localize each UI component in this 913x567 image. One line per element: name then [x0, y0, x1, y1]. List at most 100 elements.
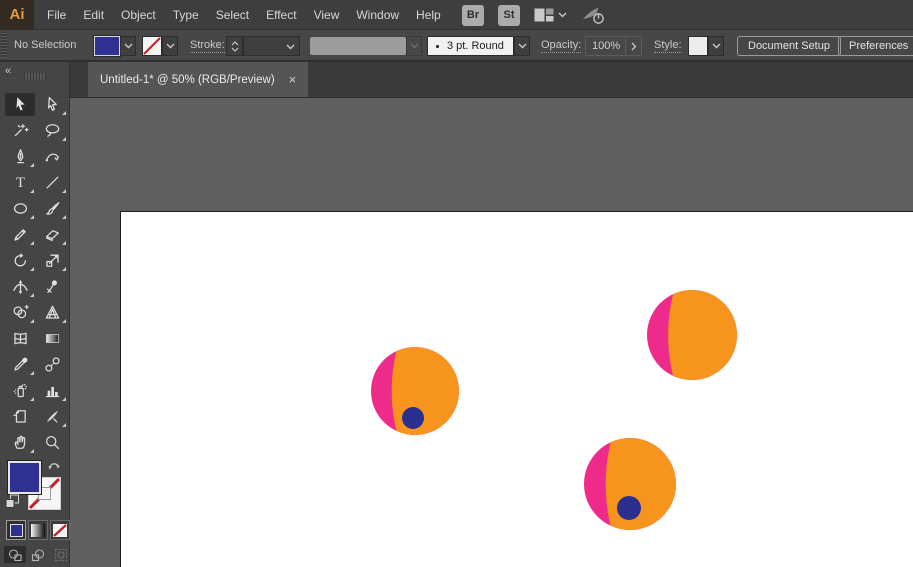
fill-color-dropdown[interactable] [120, 36, 136, 56]
tab-close-button[interactable]: × [289, 73, 297, 86]
hand-tool[interactable] [5, 431, 35, 454]
draw-behind-button[interactable] [27, 546, 49, 563]
graphic-style-dropdown[interactable] [708, 36, 724, 56]
shape-builder-tool[interactable] [5, 301, 35, 324]
width-tool[interactable] [5, 275, 35, 298]
menu-help[interactable]: Help [416, 8, 441, 22]
eyedropper-tool[interactable] [5, 353, 35, 376]
lasso-tool[interactable] [37, 119, 67, 142]
eraser-tool[interactable] [37, 223, 67, 246]
draw-normal-icon [8, 548, 22, 561]
preferences-button[interactable]: Preferences [838, 36, 913, 56]
stroke-color-swatch-none[interactable] [142, 36, 162, 56]
flyout-indicator [30, 267, 34, 271]
opacity-label[interactable]: Opacity: [541, 39, 582, 53]
curvature-icon [45, 153, 59, 162]
document-tab-bar: Untitled-1* @ 50% (RGB/Preview) × [70, 62, 913, 97]
stroke-weight-stepper[interactable] [226, 36, 243, 56]
brush-definition-combo[interactable]: 3 pt. Round [427, 36, 514, 56]
symbol-sprayer-tool[interactable] [5, 379, 35, 402]
fill-color-swatch[interactable] [93, 35, 121, 57]
stroke-weight-label[interactable]: Stroke: [190, 39, 225, 53]
panel-gripper[interactable] [24, 73, 46, 80]
illustrator-app-icon: Ai [0, 0, 34, 30]
graphic-style-swatch[interactable] [688, 36, 708, 56]
chevron-down-icon [124, 43, 132, 49]
stroke-weight-combo[interactable] [243, 36, 300, 56]
direct-selection-icon [47, 96, 57, 111]
artboard-tool[interactable] [5, 405, 35, 428]
ellipse-icon [13, 203, 27, 214]
variable-width-dropdown[interactable] [406, 36, 422, 56]
type-icon: T [16, 175, 25, 191]
pencil-icon [13, 229, 26, 241]
magic-wand-tool[interactable] [5, 119, 35, 142]
default-fill-stroke-icon[interactable] [5, 494, 20, 509]
curvature-tool[interactable] [37, 145, 67, 168]
selection-tool[interactable] [5, 93, 35, 116]
workspace-switcher[interactable] [534, 8, 567, 22]
slice-tool[interactable] [37, 405, 67, 428]
menu-view[interactable]: View [314, 8, 340, 22]
stepper-up-icon [231, 40, 238, 45]
brush-definition-value: 3 pt. Round [447, 40, 504, 52]
gradient-tool[interactable] [37, 327, 67, 350]
perspective-grid-tool[interactable] [37, 301, 67, 324]
line-segment-tool[interactable] [37, 171, 67, 194]
style-label[interactable]: Style: [654, 39, 682, 53]
bridge-button[interactable]: Br [462, 4, 484, 26]
menu-object[interactable]: Object [121, 8, 156, 22]
flyout-indicator [30, 189, 34, 193]
type-tool[interactable]: T [5, 171, 35, 194]
variable-width-profile-combo[interactable] [310, 37, 406, 55]
menu-edit[interactable]: Edit [83, 8, 104, 22]
document-setup-button[interactable]: Document Setup [737, 36, 841, 56]
none-button[interactable] [50, 520, 70, 540]
pen-tool[interactable] [5, 145, 35, 168]
draw-inside-button[interactable] [50, 546, 72, 563]
blend-tool[interactable] [37, 353, 67, 376]
collapse-panel-button[interactable]: « [5, 65, 11, 77]
draw-normal-button[interactable] [4, 546, 26, 563]
scale-tool[interactable] [37, 249, 67, 272]
flyout-indicator [62, 319, 66, 323]
flyout-indicator [62, 137, 66, 141]
rotate-tool[interactable] [5, 249, 35, 272]
pencil-tool[interactable] [5, 223, 35, 246]
ball-1[interactable] [371, 224, 726, 558]
paintbrush-tool[interactable] [37, 197, 67, 220]
gradient-button[interactable] [28, 520, 48, 540]
zoom-tool[interactable] [37, 431, 67, 454]
fill-swatch[interactable] [8, 461, 41, 494]
flyout-indicator [62, 423, 66, 427]
color-button[interactable] [6, 520, 26, 540]
column-graph-tool[interactable] [37, 379, 67, 402]
menu-file[interactable]: File [47, 8, 66, 22]
menu-select[interactable]: Select [216, 8, 249, 22]
opacity-field[interactable]: 100% [585, 36, 642, 56]
ball-1-body [391, 347, 459, 435]
direct-selection-tool[interactable] [37, 93, 67, 116]
brush-definition-dropdown[interactable] [514, 36, 530, 56]
chevron-right-icon [631, 42, 636, 50]
control-bar-gripper[interactable] [1, 32, 7, 58]
flyout-indicator [30, 397, 34, 401]
column-graph-icon [45, 386, 59, 398]
ball-3-dot [617, 496, 641, 520]
ball-1-dot [402, 407, 424, 429]
gpu-performance-icon[interactable] [581, 4, 607, 26]
mesh-tool[interactable] [5, 327, 35, 350]
menu-window[interactable]: Window [356, 8, 399, 22]
stroke-color-dropdown[interactable] [162, 36, 178, 56]
opacity-presets-arrow[interactable] [625, 37, 641, 55]
puppet-warp-tool[interactable] [37, 275, 67, 298]
document-tab[interactable]: Untitled-1* @ 50% (RGB/Preview) × [88, 62, 309, 97]
ellipse-tool[interactable] [5, 197, 35, 220]
menu-effect[interactable]: Effect [266, 8, 296, 22]
style-panel-button[interactable]: St [498, 4, 520, 26]
ball-3[interactable] [584, 309, 913, 567]
swap-fill-stroke-icon[interactable] [47, 459, 62, 472]
ball-2[interactable] [647, 164, 913, 506]
menu-type[interactable]: Type [173, 8, 199, 22]
workspace-layout-icon [534, 8, 554, 22]
